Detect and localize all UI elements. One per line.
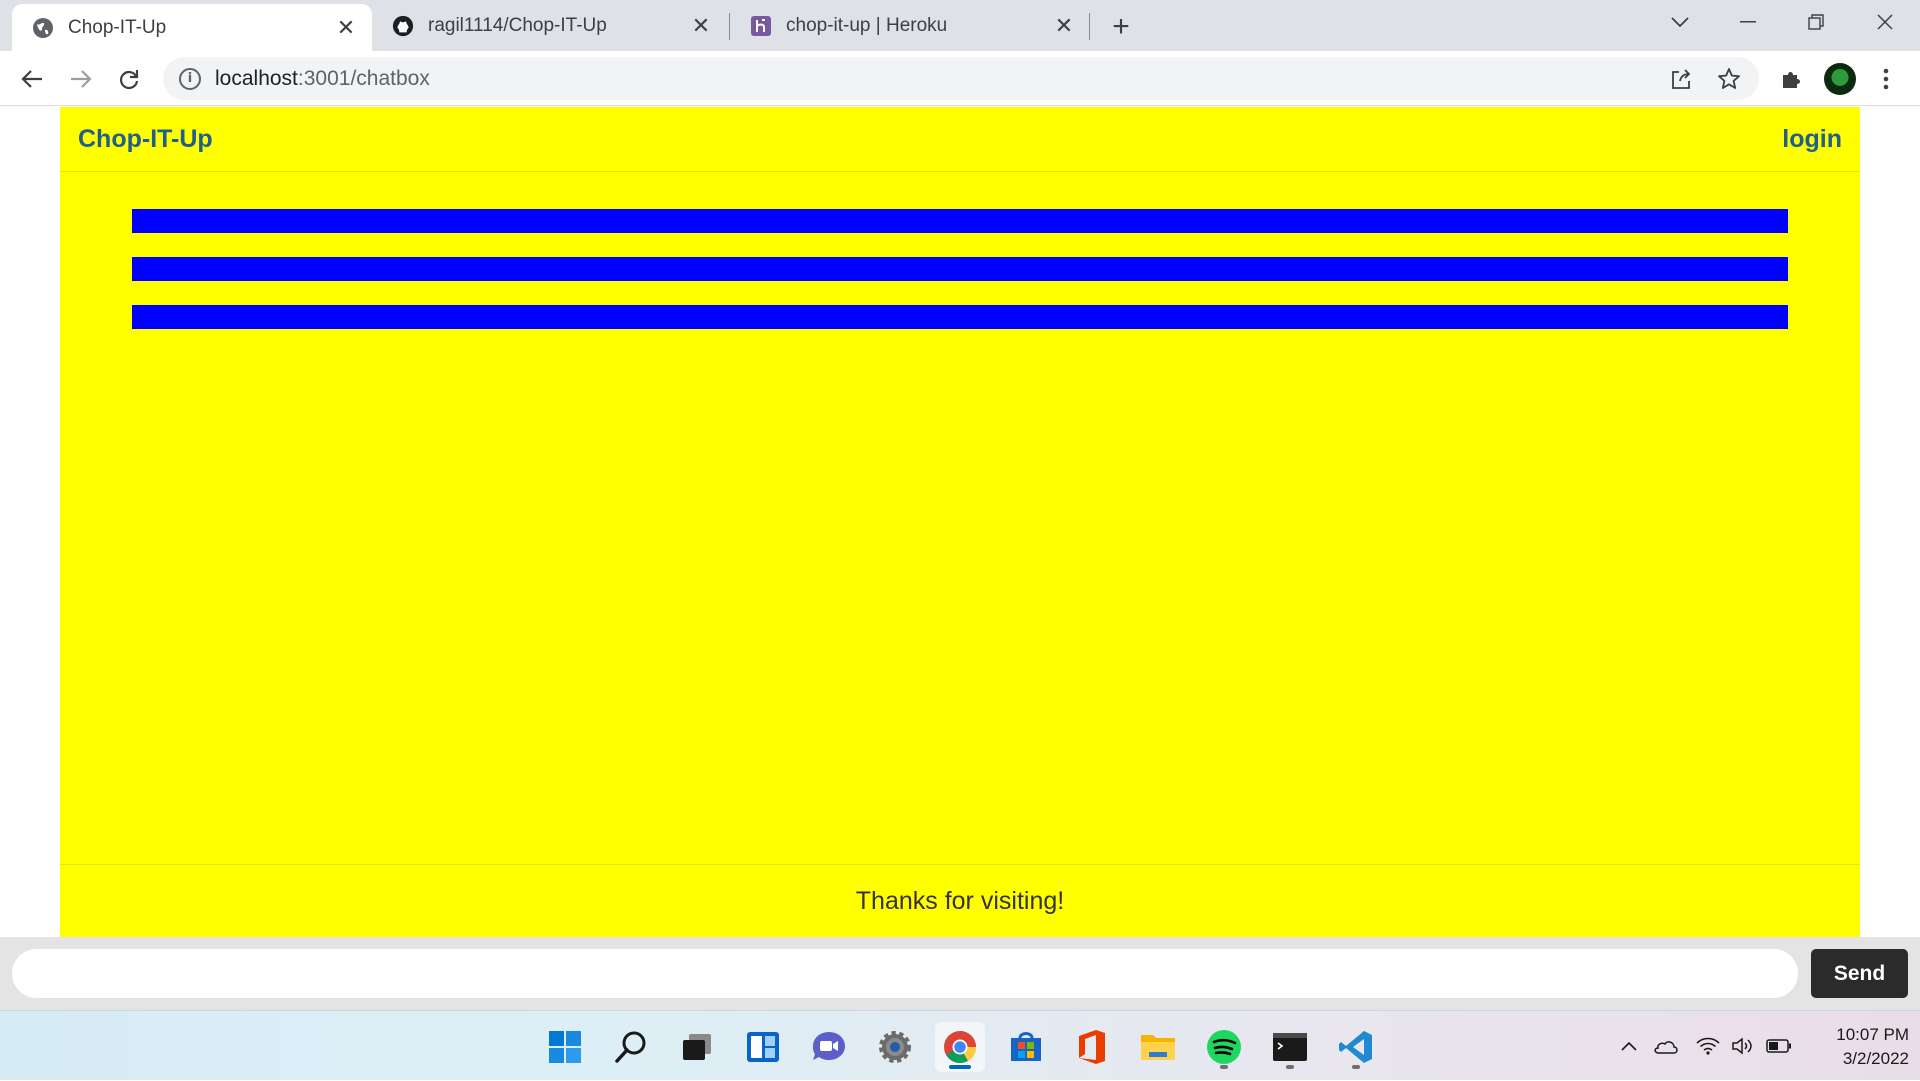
- widgets-icon[interactable]: [738, 1022, 788, 1072]
- bookmark-star-icon[interactable]: [1713, 63, 1745, 95]
- reload-icon[interactable]: [111, 61, 147, 97]
- chatbox-page: Chop-IT-Up login Thanks for visiting!: [60, 107, 1860, 937]
- minimize-icon[interactable]: [1718, 0, 1778, 44]
- chat-form: Send: [0, 937, 1920, 1010]
- clock-date: 3/2/2022: [1842, 1049, 1909, 1068]
- show-hidden-icons-chevron-icon[interactable]: [1614, 1011, 1644, 1081]
- windows-taskbar: 10:07 PM 3/2/2022: [0, 1010, 1920, 1080]
- tab-divider: [1089, 13, 1090, 40]
- share-icon[interactable]: [1665, 63, 1697, 95]
- office-icon[interactable]: [1067, 1022, 1117, 1072]
- site-footer: Thanks for visiting!: [60, 864, 1860, 937]
- globe-icon: [32, 17, 54, 39]
- system-clock[interactable]: 10:07 PM 3/2/2022: [1805, 1023, 1909, 1071]
- windows-start-icon[interactable]: [540, 1022, 590, 1072]
- heroku-icon: [750, 15, 772, 37]
- site-navbar: Chop-IT-Up login: [60, 107, 1860, 172]
- profile-avatar[interactable]: [1824, 63, 1856, 95]
- address-bar[interactable]: i localhost:3001/chatbox: [163, 57, 1759, 100]
- back-arrow-icon[interactable]: [14, 61, 50, 97]
- running-app-indicator: [1352, 1065, 1360, 1069]
- settings-icon[interactable]: [870, 1022, 920, 1072]
- wifi-icon[interactable]: [1692, 1011, 1724, 1081]
- file-explorer-icon[interactable]: [1133, 1022, 1183, 1072]
- tab-title: ragil1114/Chop-IT-Up: [428, 14, 607, 36]
- message-input[interactable]: [12, 949, 1798, 998]
- close-tab-icon[interactable]: ✕: [334, 15, 358, 40]
- restore-icon[interactable]: [1786, 0, 1846, 44]
- message-bar: [132, 209, 1788, 233]
- teams-chat-icon[interactable]: [804, 1022, 854, 1072]
- url-host: localhost: [215, 66, 298, 90]
- volume-icon[interactable]: [1726, 1011, 1758, 1081]
- close-window-icon[interactable]: [1855, 0, 1915, 44]
- message-bar: [132, 305, 1788, 329]
- tab-heroku[interactable]: chop-it-up | Heroku ✕: [730, 0, 1090, 51]
- more-menu-icon[interactable]: [1868, 61, 1904, 97]
- site-info-icon[interactable]: i: [179, 67, 201, 90]
- message-bar: [132, 257, 1788, 281]
- login-link[interactable]: login: [1782, 125, 1842, 154]
- chrome-icon[interactable]: [935, 1022, 985, 1072]
- spotify-icon[interactable]: [1199, 1022, 1249, 1072]
- tab-title: Chop-IT-Up: [68, 16, 167, 38]
- microsoft-store-icon[interactable]: [1001, 1022, 1051, 1072]
- browser-tab-strip: Chop-IT-Up ✕ ragil1114/Chop-IT-Up ✕ chop…: [0, 0, 1920, 51]
- github-icon: [392, 15, 414, 37]
- new-tab-plus-icon[interactable]: +: [1104, 10, 1138, 44]
- battery-icon[interactable]: [1762, 1011, 1796, 1081]
- clock-time: 10:07 PM: [1836, 1025, 1909, 1044]
- browser-toolbar: i localhost:3001/chatbox: [0, 51, 1920, 106]
- terminal-icon[interactable]: [1265, 1022, 1315, 1072]
- active-app-indicator: [949, 1065, 971, 1069]
- task-view-icon[interactable]: [672, 1022, 722, 1072]
- search-icon[interactable]: [606, 1022, 656, 1072]
- tab-chop-it-up[interactable]: Chop-IT-Up ✕: [12, 4, 372, 51]
- running-app-indicator: [1220, 1065, 1228, 1069]
- send-button[interactable]: Send: [1811, 949, 1908, 998]
- extensions-puzzle-icon[interactable]: [1773, 61, 1809, 97]
- tab-title: chop-it-up | Heroku: [786, 14, 948, 36]
- brand-link[interactable]: Chop-IT-Up: [78, 125, 213, 154]
- url-path: :3001/chatbox: [297, 66, 430, 90]
- running-app-indicator: [1286, 1065, 1294, 1069]
- onedrive-cloud-icon[interactable]: [1650, 1011, 1682, 1081]
- tab-search-chevron-icon[interactable]: [1650, 0, 1710, 44]
- close-tab-icon[interactable]: ✕: [689, 13, 713, 38]
- forward-arrow-icon[interactable]: [63, 61, 99, 97]
- vscode-icon[interactable]: [1331, 1022, 1381, 1072]
- footer-text: Thanks for visiting!: [855, 886, 1065, 915]
- close-tab-icon[interactable]: ✕: [1052, 13, 1076, 38]
- tab-github[interactable]: ragil1114/Chop-IT-Up ✕: [372, 0, 727, 51]
